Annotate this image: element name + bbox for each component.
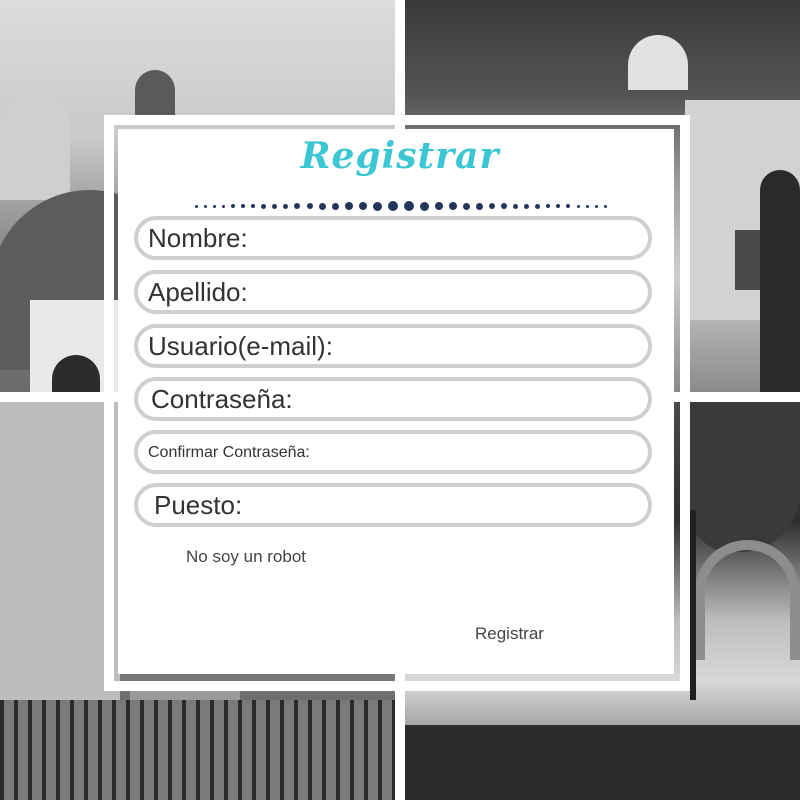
divider-dot — [372, 201, 382, 211]
usuario-email-label: Usuario(e-mail): — [148, 331, 333, 361]
registrar-button[interactable]: Registrar — [466, 620, 553, 648]
park-arch — [695, 540, 800, 660]
street-lamp — [690, 510, 696, 700]
nombre-label: Nombre: — [148, 223, 248, 253]
divider-dot — [403, 201, 414, 211]
contrasena-field[interactable]: Contraseña: — [134, 377, 652, 421]
divider-dot — [524, 203, 530, 209]
bell-tower — [135, 70, 175, 120]
decorative-dot-divider — [195, 198, 607, 214]
divider-dot — [513, 203, 519, 209]
captcha-label[interactable]: No soy un robot — [186, 547, 306, 567]
park-hedge — [405, 725, 800, 800]
divider-dot — [318, 202, 326, 210]
divider-dot — [594, 204, 598, 208]
divider-dot — [358, 202, 367, 210]
divider-dot — [463, 202, 471, 210]
divider-dot — [241, 204, 246, 208]
divider-dot — [448, 202, 457, 210]
divider-dot — [489, 203, 496, 209]
cypress-tree — [760, 170, 800, 392]
divider-dot — [306, 203, 313, 209]
divider-dot — [501, 203, 508, 209]
registration-page: Registrar Nombre: Apellido: Usuario(e-ma… — [0, 0, 800, 800]
confirmar-contrasena-label: Confirmar Contraseña: — [148, 444, 310, 461]
divider-dot — [556, 204, 561, 208]
apellido-field[interactable]: Apellido: — [134, 270, 652, 314]
divider-dot — [434, 202, 443, 210]
divider-dot — [272, 203, 278, 209]
park-tree — [690, 402, 800, 552]
divider-dot — [576, 204, 580, 208]
divider-dot — [261, 203, 267, 209]
church-cupola — [628, 35, 688, 90]
divider-dot — [231, 204, 236, 208]
divider-dot — [476, 202, 484, 210]
divider-dot — [419, 201, 429, 211]
nombre-field[interactable]: Nombre: — [134, 216, 652, 260]
divider-dot — [195, 204, 198, 208]
form-title: Registrar — [300, 135, 500, 177]
puesto-field[interactable]: Puesto: — [134, 483, 652, 527]
divider-dot — [213, 204, 217, 208]
divider-dot — [283, 203, 289, 209]
apellido-label: Apellido: — [148, 277, 248, 307]
divider-dot — [331, 202, 339, 210]
divider-dot — [251, 204, 256, 208]
divider-dot — [546, 204, 551, 208]
divider-dot — [344, 202, 353, 210]
divider-dot — [535, 203, 541, 209]
usuario-email-field[interactable]: Usuario(e-mail): — [134, 324, 652, 368]
contrasena-label: Contraseña: — [151, 384, 293, 414]
divider-dot — [603, 204, 607, 208]
divider-dot — [566, 204, 571, 208]
divider-dot — [222, 204, 226, 208]
divider-dot — [387, 201, 398, 211]
puesto-label: Puesto: — [154, 490, 243, 520]
divider-dot — [204, 204, 208, 208]
divider-dot — [585, 204, 589, 208]
divider-dot — [294, 203, 301, 209]
street-building — [0, 402, 120, 702]
confirmar-contrasena-field[interactable]: Confirmar Contraseña: — [134, 430, 652, 474]
street-railing — [0, 700, 395, 800]
